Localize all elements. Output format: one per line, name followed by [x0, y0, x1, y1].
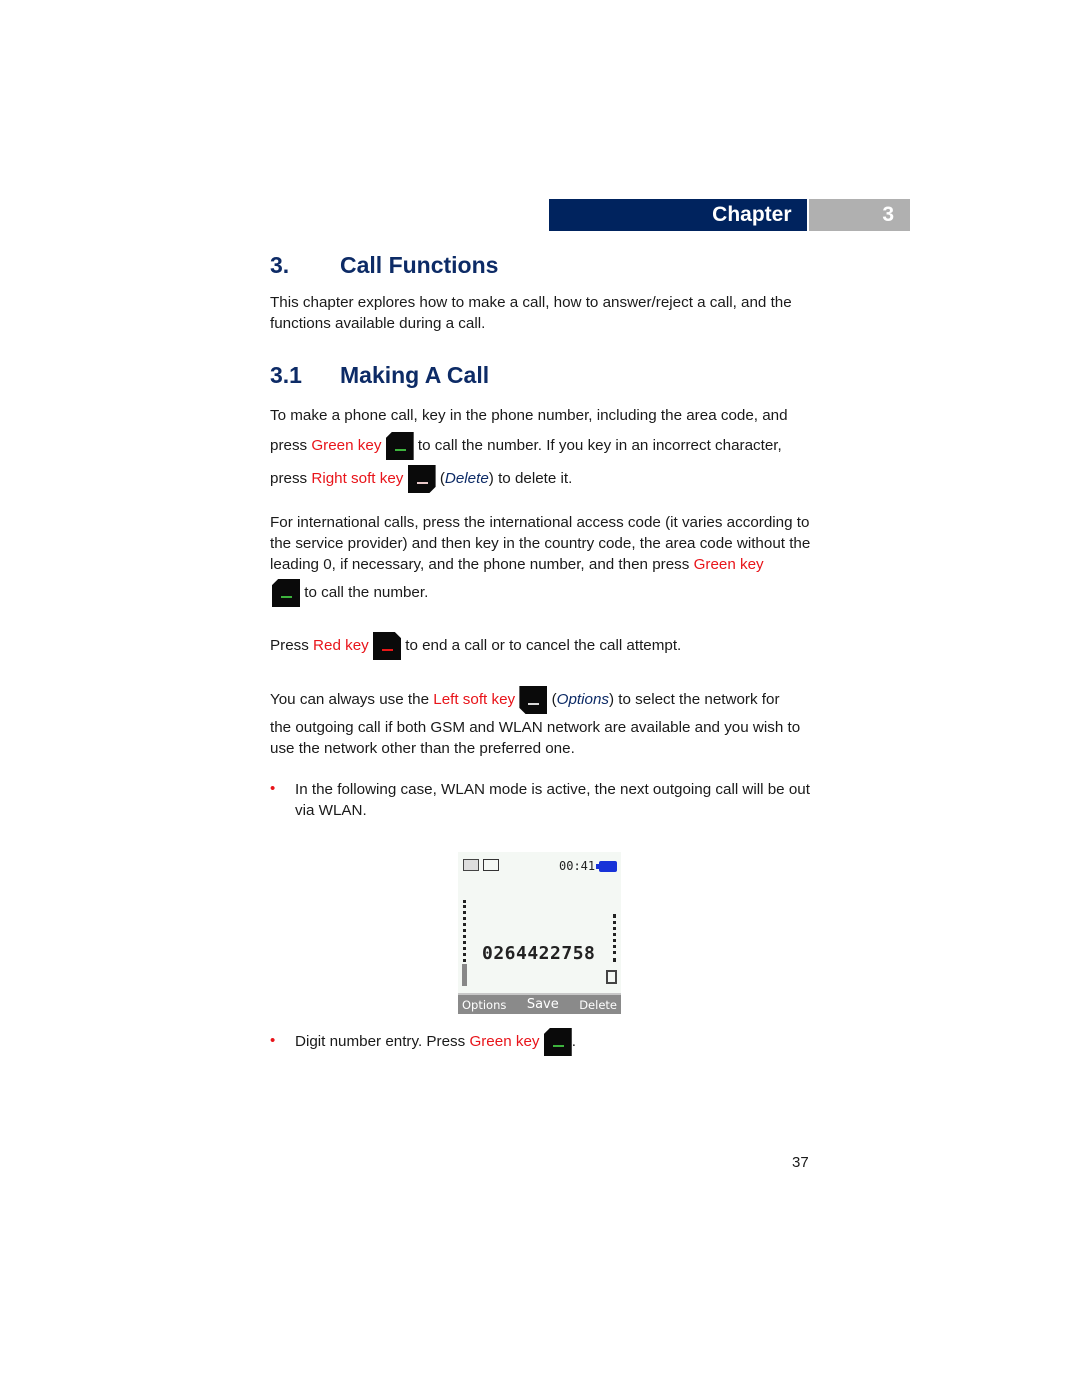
status-bar: 00:41 [461, 856, 619, 874]
text: . [571, 1033, 576, 1051]
heading-title: Call Functions [340, 252, 499, 278]
text: Press [270, 637, 314, 655]
text: ) to select the network for [609, 691, 780, 709]
text: to end a call or to cancel the call atte… [401, 637, 682, 655]
text-line: to call the number. [270, 579, 815, 607]
text-line: To make a phone call, key in the phone n… [270, 407, 788, 424]
scroll-indicator-left [463, 900, 469, 962]
text-line: press Right soft key (Delete) to delete … [270, 465, 815, 493]
intro-paragraph: This chapter explores how to make a call… [270, 294, 792, 332]
paragraph-international: For international calls, press the inter… [270, 512, 815, 607]
green-key-icon [543, 1028, 572, 1056]
red-key-label: Red key [313, 637, 369, 655]
phone-screen: 00:41 0264422758 Options Save Delete [458, 852, 621, 1014]
right-soft-key-label: Right soft key [311, 470, 404, 488]
text: to call the number. [300, 584, 429, 602]
text: to call the number. If you key in an inc… [413, 437, 782, 455]
section-title: Making A Call [340, 362, 490, 388]
section-number: 3.1 [270, 362, 302, 388]
text: press [270, 437, 312, 455]
text: You can always use the [270, 691, 434, 709]
softkey-bar: Options Save Delete [458, 993, 621, 1014]
softkey-delete[interactable]: Delete [579, 998, 617, 1012]
green-key-icon [272, 579, 300, 607]
chapter-heading: 3. Call Functions [270, 252, 498, 279]
chapter-label: Chapter [549, 199, 807, 231]
dialed-number: 0264422758 [482, 943, 596, 964]
text: the outgoing call if both GSM and WLAN n… [270, 719, 801, 757]
green-key-label: Green key [469, 1033, 540, 1051]
softkey-options[interactable]: Options [462, 998, 506, 1012]
heading-number: 3. [270, 252, 290, 278]
chapter-banner: Chapter 3 [549, 199, 910, 231]
text: ( [435, 470, 445, 488]
page-number: 37 [792, 1154, 809, 1171]
delete-label: Delete [444, 470, 489, 488]
input-mode-icon [606, 970, 617, 984]
paragraph-left-soft-key: You can always use the Left soft key (Op… [270, 686, 815, 759]
options-label: Options [556, 691, 609, 709]
scroll-indicator-right [613, 914, 619, 962]
text: ) to delete it. [488, 470, 573, 488]
chapter-number: 3 [808, 199, 910, 231]
green-key-icon [385, 432, 414, 460]
clock: 00:41 [559, 859, 596, 873]
red-key-icon [373, 632, 401, 660]
battery-icon [596, 861, 617, 872]
right-soft-key-icon [407, 465, 436, 493]
softkey-save[interactable]: Save [527, 997, 559, 1012]
left-soft-key-label: Left soft key [433, 691, 516, 709]
section-heading: 3.1 Making A Call [270, 362, 489, 389]
message-icon [483, 859, 499, 871]
green-key-label: Green key [311, 437, 382, 455]
text: press [270, 470, 312, 488]
paragraph-red-key: Press Red key to end a call or to cancel… [270, 632, 815, 660]
text-line: You can always use the Left soft key (Op… [270, 686, 815, 714]
bullet-digit-entry: Digit number entry. Press Green key . [295, 1028, 815, 1056]
bullet-marker: • [270, 1032, 276, 1049]
wlan-mode-icon [463, 859, 479, 871]
left-soft-key-icon [519, 686, 548, 714]
green-key-label: Green key [693, 556, 764, 573]
text: Digit number entry. Press [295, 1033, 470, 1051]
paragraph-making-call: To make a phone call, key in the phone n… [270, 405, 815, 493]
bullet-marker: • [270, 780, 276, 797]
text-line: press Green key to call the number. If y… [270, 432, 815, 460]
text: ( [547, 691, 557, 709]
bullet-wlan: In the following case, WLAN mode is acti… [295, 781, 810, 819]
cursor-pen-icon [462, 964, 467, 986]
